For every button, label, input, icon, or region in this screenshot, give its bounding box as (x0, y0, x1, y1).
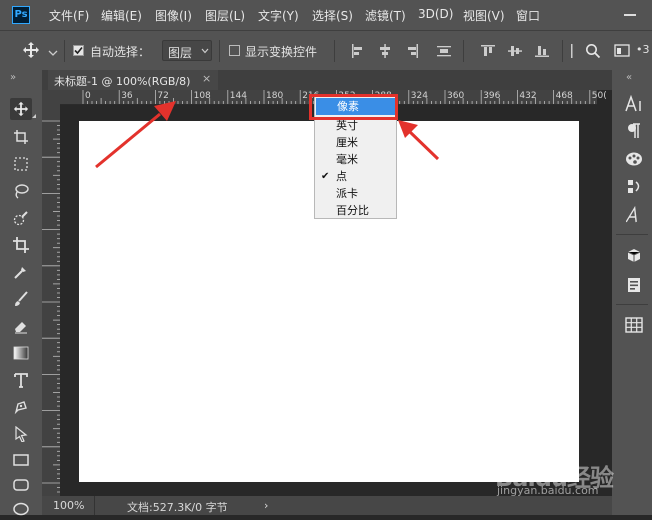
annotation-arrow-left (95, 101, 176, 169)
annotation-arrow-right (398, 120, 440, 161)
annotation-arrows (95, 101, 440, 169)
watermark-url: jingyan.baidu.com (497, 484, 599, 497)
